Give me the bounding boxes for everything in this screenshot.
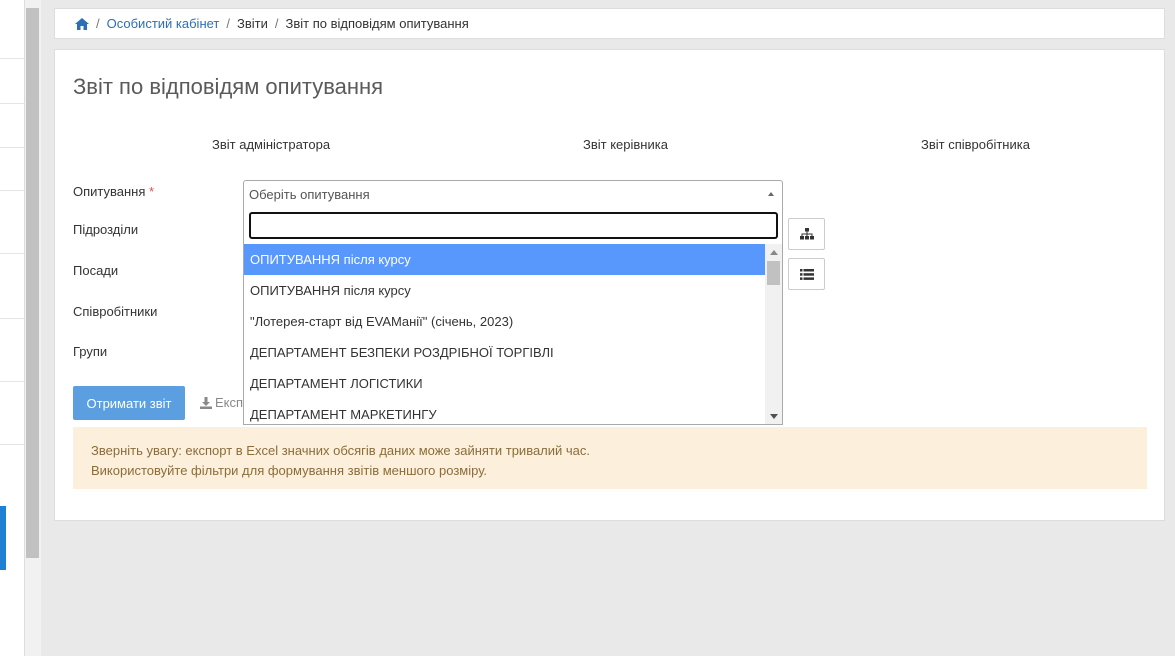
excel-warning-alert: Зверніть увагу: експорт в Excel значних …: [73, 427, 1147, 489]
list-button[interactable]: [788, 258, 825, 290]
home-icon[interactable]: [75, 17, 89, 30]
list-icon: [799, 268, 814, 280]
dropdown-scrollbar[interactable]: [765, 244, 782, 424]
alert-line-2: Використовуйте фільтри для формування зв…: [91, 463, 488, 478]
org-structure-button[interactable]: [788, 218, 825, 250]
sidebar-divider: [0, 444, 25, 445]
export-link[interactable]: Експ: [200, 395, 243, 410]
breadcrumb-separator: /: [96, 16, 100, 31]
breadcrumb-separator: /: [274, 16, 279, 31]
survey-label: Опитування *: [73, 184, 154, 199]
required-marker: *: [149, 184, 155, 199]
sidebar-divider: [0, 103, 25, 104]
breadcrumb-current: Звіт по відповідям опитування: [285, 16, 469, 31]
dropdown-option[interactable]: ДЕПАРТАМЕНТ ЛОГІСТИКИ: [244, 368, 765, 399]
breadcrumb-cabinet[interactable]: Особистий кабінет: [107, 16, 220, 31]
survey-select-placeholder: Оберіть опитування: [249, 187, 370, 202]
groups-label: Групи: [73, 344, 108, 359]
departments-label: Підрозділи: [73, 222, 139, 237]
sidebar-divider: [0, 381, 25, 382]
download-icon: [200, 396, 212, 409]
left-sidebar: [0, 0, 25, 656]
page-scrollbar-thumb[interactable]: [26, 8, 39, 558]
export-label: Експ: [215, 395, 244, 410]
survey-select[interactable]: Оберіть опитування: [243, 180, 783, 209]
get-report-button[interactable]: Отримати звіт: [73, 386, 185, 420]
survey-dropdown[interactable]: ОПИТУВАННЯ після курсу ОПИТУВАННЯ після …: [243, 207, 783, 425]
breadcrumb-separator: /: [226, 16, 231, 31]
dropdown-option[interactable]: ОПИТУВАННЯ після курсу: [244, 244, 765, 275]
positions-label: Посади: [73, 263, 119, 278]
sidebar-active-indicator[interactable]: [0, 506, 6, 570]
breadcrumb: / Особистий кабінет / Звіти / Звіт по ві…: [54, 8, 1165, 39]
survey-label-text: Опитування: [73, 184, 146, 199]
tab-employee-report[interactable]: Звіт співробітника: [921, 137, 1030, 152]
dropdown-option[interactable]: ОПИТУВАННЯ після курсу: [244, 275, 765, 306]
chevron-up-icon: [768, 192, 774, 196]
dropdown-option[interactable]: "Лотерея-старт від EVAMанії" (січень, 20…: [244, 306, 765, 337]
tab-manager-report[interactable]: Звіт керівника: [583, 137, 668, 152]
sidebar-divider: [0, 318, 25, 319]
alert-line-1: Зверніть увагу: експорт в Excel значних …: [91, 443, 591, 458]
employees-label: Співробітники: [73, 304, 158, 319]
sidebar-divider: [0, 147, 25, 148]
dropdown-option[interactable]: ДЕПАРТАМЕНТ МАРКЕТИНГУ: [244, 399, 765, 424]
sitemap-icon: [799, 228, 814, 240]
dropdown-scrollbar-thumb[interactable]: [767, 261, 780, 285]
tab-admin-report[interactable]: Звіт адміністратора: [212, 137, 330, 152]
scroll-up-icon[interactable]: [770, 250, 778, 255]
sidebar-divider: [0, 253, 25, 254]
sidebar-divider: [0, 58, 25, 59]
scroll-down-icon[interactable]: [770, 414, 778, 419]
dropdown-options: ОПИТУВАННЯ після курсу ОПИТУВАННЯ після …: [244, 244, 765, 424]
page-title: Звіт по відповідям опитування: [73, 74, 384, 99]
breadcrumb-reports[interactable]: Звіти: [237, 16, 268, 31]
dropdown-option[interactable]: ДЕПАРТАМЕНТ БЕЗПЕКИ РОЗДРІБНОЇ ТОРГІВЛІ: [244, 337, 765, 368]
dropdown-search-input[interactable]: [249, 212, 778, 239]
sidebar-divider: [0, 190, 25, 191]
